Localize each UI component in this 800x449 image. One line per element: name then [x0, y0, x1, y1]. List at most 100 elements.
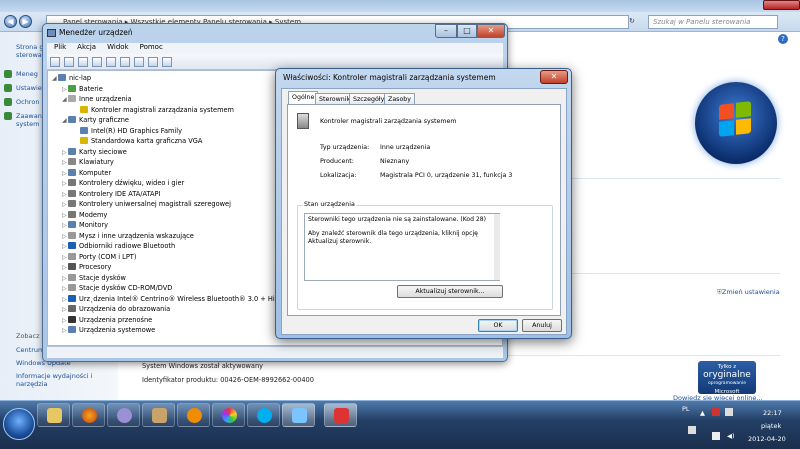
port-icon — [68, 252, 76, 260]
modem-icon — [68, 210, 76, 218]
refresh-icon[interactable]: ↻ — [629, 17, 635, 25]
network-icon — [68, 147, 76, 155]
explorer-icon[interactable] — [37, 403, 70, 427]
system-device-icon — [68, 326, 76, 333]
tree-item[interactable]: ▷ Baterie — [62, 84, 103, 95]
warning-icon — [80, 105, 88, 113]
device-manager-icon — [47, 29, 56, 37]
clock-time[interactable]: 22:17 — [763, 409, 782, 417]
help-icon[interactable]: ? — [778, 34, 788, 44]
tree-item[interactable]: ▷ Odbiorniki radiowe Bluetooth — [62, 241, 175, 252]
forward-button[interactable]: ▶ — [19, 15, 32, 28]
update-driver-icon[interactable] — [134, 57, 144, 67]
app-icon[interactable] — [107, 403, 140, 427]
change-settings-link[interactable]: ⛨Zmień ustawienia — [717, 288, 780, 297]
tree-item[interactable]: Standardowa karta graficzna VGA — [74, 136, 202, 147]
game-icon[interactable] — [142, 403, 175, 427]
tree-item[interactable]: ▷ Monitory — [62, 220, 108, 231]
tree-item[interactable]: ▷ Urządzenia systemowe — [62, 325, 155, 336]
view-icon[interactable] — [92, 57, 102, 67]
cancel-button[interactable]: Anuluj — [522, 319, 562, 332]
control-panel-icon[interactable] — [282, 403, 315, 427]
skype-icon[interactable] — [247, 403, 280, 427]
tree-item[interactable]: ▷ Stacje dysków — [62, 273, 126, 284]
menu-view[interactable]: Widok — [107, 43, 129, 51]
close-button[interactable]: ✕ — [540, 70, 568, 84]
tree-item[interactable]: ▷ Komputer — [62, 168, 111, 179]
minimize-button[interactable]: – — [435, 24, 457, 38]
tree-item[interactable]: ◢ nic-lap — [52, 73, 91, 84]
menu-file[interactable]: Plik — [54, 43, 66, 51]
display-adapter-icon — [68, 116, 76, 123]
clock-date[interactable]: 2012-04-20 — [748, 435, 786, 443]
tree-item[interactable]: ▷ Modemy — [62, 210, 107, 221]
help-icon[interactable] — [106, 57, 116, 67]
tree-item[interactable]: ▷ Porty (COM i LPT) — [62, 252, 136, 263]
left-link-remote[interactable]: Ustawie — [16, 84, 42, 92]
link-performance-2[interactable]: narzędzia — [16, 380, 48, 388]
close-button[interactable]: ✕ — [477, 24, 505, 38]
firefox-icon[interactable] — [72, 403, 105, 427]
vlc-icon[interactable] — [177, 403, 210, 427]
left-link-advanced-2[interactable]: system — [16, 120, 40, 128]
computer-icon — [58, 74, 66, 81]
status-line-2: Aby znaleźć sterownik dla tego urządzeni… — [308, 230, 478, 245]
location-value: Magistrala PCI 0, urządzenie 31, funkcja… — [380, 172, 513, 179]
tree-item[interactable]: ▷ Stacje dysków CD-ROM/DVD — [62, 283, 172, 294]
back-icon[interactable] — [50, 57, 60, 67]
portable-device-icon — [68, 315, 76, 323]
start-button[interactable] — [3, 408, 35, 440]
forward-icon[interactable] — [64, 57, 74, 67]
menu-help[interactable]: Pomoc — [140, 43, 163, 51]
back-button[interactable]: ◀ — [4, 15, 17, 28]
tree-item[interactable]: ▷ Kontrolery IDE ATA/ATAPI — [62, 189, 160, 200]
uninstall-icon[interactable] — [148, 57, 158, 67]
volume-icon[interactable]: ◀) — [727, 432, 735, 440]
left-link-home[interactable]: Strona g — [16, 43, 43, 51]
link-action-center[interactable]: Centrum — [16, 346, 44, 354]
left-link-protection[interactable]: Ochron — [16, 98, 39, 106]
scan-icon[interactable] — [120, 57, 130, 67]
ok-button[interactable]: OK — [478, 319, 518, 332]
tree-item[interactable]: ▷ Kontrolery uniwersalnej magistrali szer… — [62, 199, 231, 210]
left-link-advanced[interactable]: Zaawan — [16, 112, 42, 120]
battery-icon[interactable] — [688, 426, 696, 434]
picasa-icon[interactable] — [212, 403, 245, 427]
tree-item[interactable]: ◢ Inne urządzenia — [62, 94, 132, 105]
tree-item[interactable]: ▷ Klawiatury — [62, 157, 114, 168]
tree-item[interactable]: ▷ Kontrolery dźwięku, wideo i gier — [62, 178, 184, 189]
left-link-home-2[interactable]: sterowa — [16, 51, 42, 59]
search-input[interactable]: Szukaj w Panelu sterowania — [648, 15, 778, 29]
properties-icon[interactable] — [78, 57, 88, 67]
tree-item[interactable]: ▷ Karty sieciowe — [62, 147, 127, 158]
menu-action[interactable]: Akcja — [77, 43, 96, 51]
show-hidden-icons[interactable]: ▲ — [700, 409, 705, 417]
windows-logo — [695, 82, 777, 164]
clock-day[interactable]: piątek — [761, 422, 781, 430]
tree-item[interactable]: ▷ Urządzenia przenośne — [62, 315, 152, 326]
action-center-icon[interactable] — [712, 432, 720, 440]
scrollbar[interactable] — [494, 214, 500, 280]
maximize-button[interactable]: □ — [457, 24, 477, 38]
tree-item[interactable]: ◢ Karty graficzne — [62, 115, 129, 126]
device-icon — [297, 113, 309, 129]
update-driver-button[interactable]: Aktualizuj sterownik... — [397, 285, 503, 298]
tree-item[interactable]: ▷ Procesory — [62, 262, 111, 273]
device-manager-icon[interactable] — [324, 403, 357, 427]
status-textarea[interactable]: Sterowniki tego urządzenia nie są zainst… — [304, 213, 500, 281]
tree-item[interactable]: Kontroler magistrali zarządzania systeme… — [74, 105, 234, 116]
display-adapter-icon — [80, 126, 88, 134]
flag-icon[interactable] — [712, 408, 720, 416]
tree-item[interactable]: ▷ Urządzenia do obrazowania — [62, 304, 170, 315]
tree-item[interactable]: ▷ Mysz i inne urządzenia wskazujące — [62, 231, 194, 242]
close-button[interactable] — [763, 0, 800, 10]
disable-icon[interactable] — [162, 57, 172, 67]
tree-item[interactable]: Intel(R) HD Graphics Family — [74, 126, 182, 137]
change-settings-label[interactable]: Zmień ustawienia — [722, 288, 780, 296]
left-link-device-manager[interactable]: Meneg — [16, 70, 38, 78]
tree-item[interactable]: ▷ Urz˛dzenia Intel® Centrino® Wireless Bl… — [62, 294, 283, 305]
tab-general[interactable]: Ogólne — [288, 91, 319, 105]
language-indicator[interactable]: PL — [682, 405, 690, 413]
network-icon[interactable] — [725, 408, 733, 416]
link-performance[interactable]: Informacje wydajności i — [16, 372, 92, 380]
